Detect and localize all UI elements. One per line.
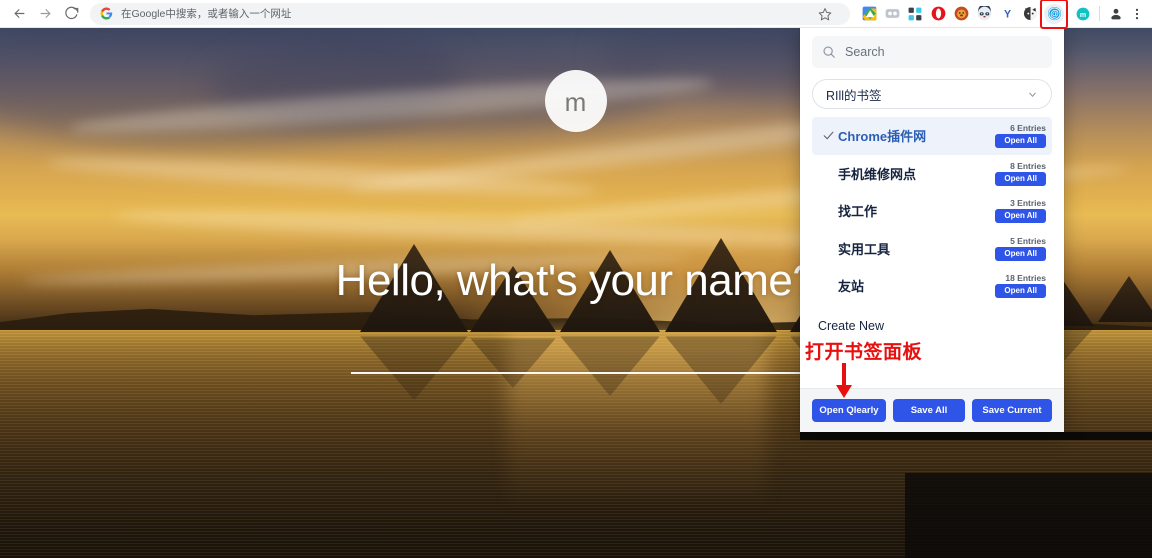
site-logo-letter: m: [565, 89, 588, 115]
entry-count: 6 Entries: [1010, 123, 1046, 133]
list-item[interactable]: 友站 18 Entries Open All: [812, 267, 1052, 305]
list-item-label: 找工作: [838, 201, 877, 220]
three-dots-menu-icon[interactable]: [1127, 3, 1148, 25]
list-item-meta: 18 Entries Open All: [995, 273, 1046, 298]
board-selector-value: RIll的书签: [826, 85, 1027, 104]
reload-icon[interactable]: [58, 2, 84, 26]
lion-avatar-icon[interactable]: [950, 3, 972, 25]
list-item-label: 手机维修网点: [838, 164, 916, 183]
annotation-label: 打开书签面板: [805, 337, 922, 364]
list-item-label: 实用工具: [838, 239, 890, 258]
grid-blocks-icon[interactable]: [904, 3, 926, 25]
entry-count: 8 Entries: [1010, 161, 1046, 171]
list-item-label: 友站: [838, 276, 864, 295]
qlearly-icon-background: @: [1044, 4, 1064, 24]
down-arrow-icon: [833, 363, 855, 404]
popup-body: Search RIll的书签 Chrome插件网 6 Entries Open …: [800, 26, 1064, 388]
person-icon[interactable]: [1106, 3, 1127, 25]
search-icon: [822, 45, 836, 59]
board-selector[interactable]: RIll的书签: [812, 79, 1052, 109]
open-all-button[interactable]: Open All: [995, 209, 1046, 223]
search-input[interactable]: Search: [812, 36, 1052, 68]
cat-avatar-icon[interactable]: [1019, 3, 1041, 25]
save-all-button[interactable]: Save All: [893, 399, 965, 423]
check-icon: [818, 129, 838, 142]
chevron-down-icon: [1027, 89, 1038, 100]
list-item-label: Chrome插件网: [838, 126, 926, 145]
list-item-meta: 3 Entries Open All: [995, 198, 1046, 223]
bookmark-board-list: Chrome插件网 6 Entries Open All 手机维修网点 8 En…: [812, 117, 1052, 305]
site-logo: m: [545, 70, 607, 132]
extension-tray: Y @: [858, 1, 1070, 27]
open-all-button[interactable]: Open All: [995, 247, 1046, 261]
list-item-meta: 5 Entries Open All: [995, 236, 1046, 261]
toolbar-divider: [1099, 6, 1100, 21]
list-item[interactable]: 手机维修网点 8 Entries Open All: [812, 155, 1052, 193]
open-all-button[interactable]: Open All: [995, 134, 1046, 148]
entry-count: 18 Entries: [1005, 273, 1046, 283]
svg-text:@: @: [1050, 9, 1059, 19]
address-bar[interactable]: 在Google中搜索，或者输入一个网址: [90, 3, 850, 25]
svg-text:Y: Y: [1003, 8, 1010, 20]
google-translate-icon[interactable]: [858, 3, 880, 25]
browser-toolbar: 在Google中搜索，或者输入一个网址: [0, 0, 1152, 28]
forward-icon[interactable]: [32, 2, 58, 26]
screenshot-root: m Hello, what's your name? 在Googl: [0, 0, 1152, 558]
panda-avatar-icon[interactable]: [973, 3, 995, 25]
yandex-y-icon[interactable]: Y: [996, 3, 1018, 25]
list-item[interactable]: 找工作 3 Entries Open All: [812, 192, 1052, 230]
google-g-icon: [100, 7, 113, 20]
entry-count: 5 Entries: [1010, 236, 1046, 246]
dark-overlay-region: [905, 473, 1152, 558]
page-search-underline[interactable]: [351, 372, 801, 374]
list-item[interactable]: 实用工具 5 Entries Open All: [812, 230, 1052, 268]
svg-text:m: m: [1079, 11, 1085, 18]
entry-count: 3 Entries: [1010, 198, 1046, 208]
open-all-button[interactable]: Open All: [995, 284, 1046, 298]
reader-mode-icon[interactable]: [881, 3, 903, 25]
star-icon[interactable]: [814, 3, 836, 25]
qlearly-at-icon[interactable]: @: [1042, 1, 1066, 27]
search-placeholder: Search: [845, 45, 885, 59]
list-item[interactable]: Chrome插件网 6 Entries Open All: [812, 117, 1052, 155]
save-current-button[interactable]: Save Current: [972, 399, 1052, 423]
dark-overlay-strip: [800, 432, 1152, 440]
back-icon[interactable]: [6, 2, 32, 26]
list-item-meta: 6 Entries Open All: [995, 123, 1046, 148]
address-bar-text: 在Google中搜索，或者输入一个网址: [121, 6, 291, 21]
navigation-buttons: [0, 2, 84, 26]
account-avatar-icon[interactable]: m: [1072, 3, 1093, 25]
create-new-button[interactable]: Create New: [812, 311, 1052, 341]
open-all-button[interactable]: Open All: [995, 172, 1046, 186]
list-item-meta: 8 Entries Open All: [995, 161, 1046, 186]
opera-o-icon[interactable]: [927, 3, 949, 25]
